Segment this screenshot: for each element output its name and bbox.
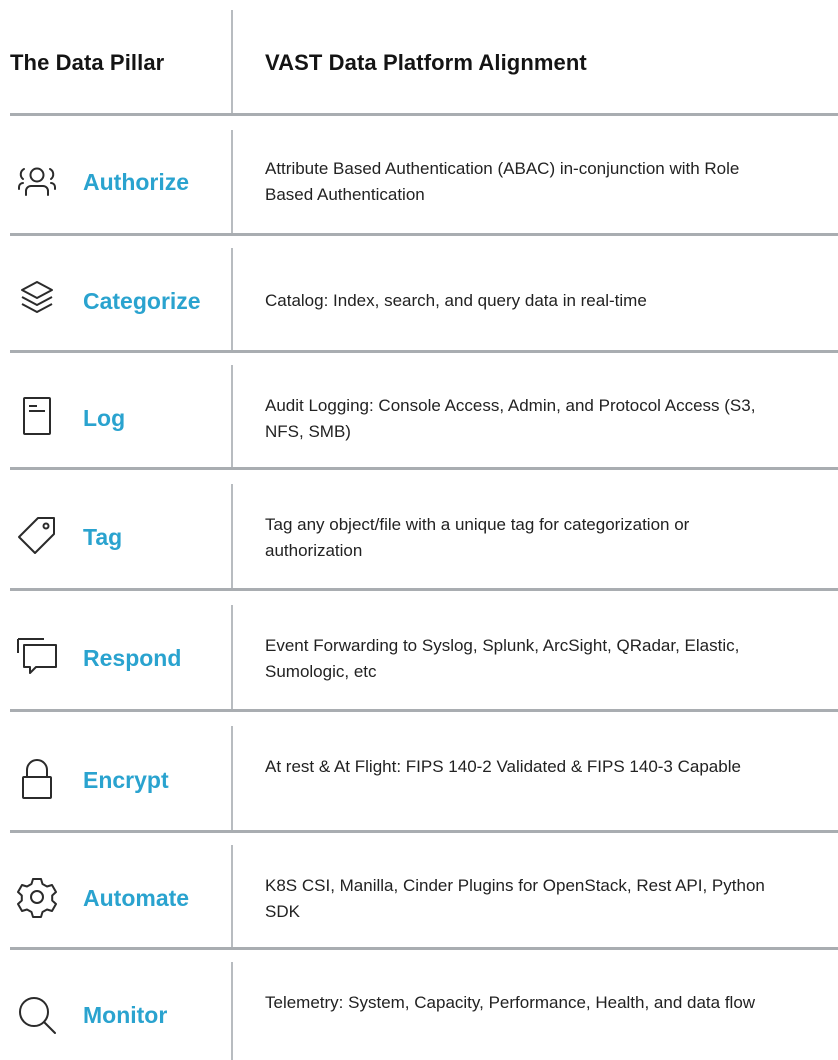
- pillar-name: Monitor: [83, 1002, 168, 1028]
- table-row: Categorize Catalog: Index, search, and q…: [0, 236, 838, 350]
- pillar-name: Encrypt: [83, 767, 169, 793]
- row-divider: [231, 365, 233, 467]
- table-row: Respond Event Forwarding to Syslog, Splu…: [0, 591, 838, 709]
- pillar-name: Categorize: [83, 288, 201, 314]
- header-data-pillar: The Data Pillar: [10, 50, 165, 75]
- pillar-description: Attribute Based Authentication (ABAC) in…: [265, 159, 740, 204]
- row-divider: [231, 962, 233, 1060]
- tag-icon: [16, 515, 58, 557]
- table-header: The Data Pillar VAST Data Platform Align…: [0, 0, 838, 114]
- table-row: Tag Tag any object/file with a unique ta…: [0, 470, 838, 588]
- pillar-description: Audit Logging: Console Access, Admin, an…: [265, 396, 756, 441]
- table-row: Log Audit Logging: Console Access, Admin…: [0, 353, 838, 467]
- table-row: Encrypt At rest & At Flight: FIPS 140-2 …: [0, 712, 838, 830]
- lock-icon: [16, 758, 58, 800]
- header-platform-alignment: VAST Data Platform Alignment: [265, 50, 587, 75]
- people-icon: [16, 160, 58, 202]
- row-divider: [231, 248, 233, 350]
- gear-icon: [16, 876, 58, 918]
- data-pillar-table: The Data Pillar VAST Data Platform Align…: [0, 0, 838, 1060]
- search-icon: [16, 994, 58, 1036]
- pillar-description: At rest & At Flight: FIPS 140-2 Validate…: [265, 757, 741, 776]
- pillar-name: Automate: [83, 885, 190, 911]
- chat-icon: [16, 635, 58, 677]
- row-divider: [231, 726, 233, 830]
- table-row: Monitor Telemetry: System, Capacity, Per…: [0, 950, 838, 1060]
- document-icon: [16, 395, 58, 437]
- row-divider: [231, 605, 233, 709]
- pillar-description: Tag any object/file with a unique tag fo…: [265, 515, 690, 560]
- row-divider: [231, 845, 233, 947]
- pillar-name: Log: [83, 405, 126, 431]
- pillar-name: Respond: [83, 645, 182, 671]
- pillar-description: Event Forwarding to Syslog, Splunk, ArcS…: [265, 636, 740, 681]
- table-row: Automate K8S CSI, Manilla, Cinder Plugin…: [0, 833, 838, 947]
- table-row: Authorize Attribute Based Authentication…: [0, 116, 838, 233]
- pillar-name: Authorize: [83, 169, 190, 195]
- row-divider: [231, 484, 233, 588]
- header-divider: [231, 10, 233, 114]
- pillar-description: Catalog: Index, search, and query data i…: [265, 291, 647, 310]
- pillar-name: Tag: [83, 524, 123, 550]
- pillar-description: Telemetry: System, Capacity, Performance…: [265, 993, 756, 1012]
- pillar-description: K8S CSI, Manilla, Cinder Plugins for Ope…: [265, 876, 765, 921]
- layers-icon: [16, 278, 58, 320]
- row-divider: [231, 130, 233, 233]
